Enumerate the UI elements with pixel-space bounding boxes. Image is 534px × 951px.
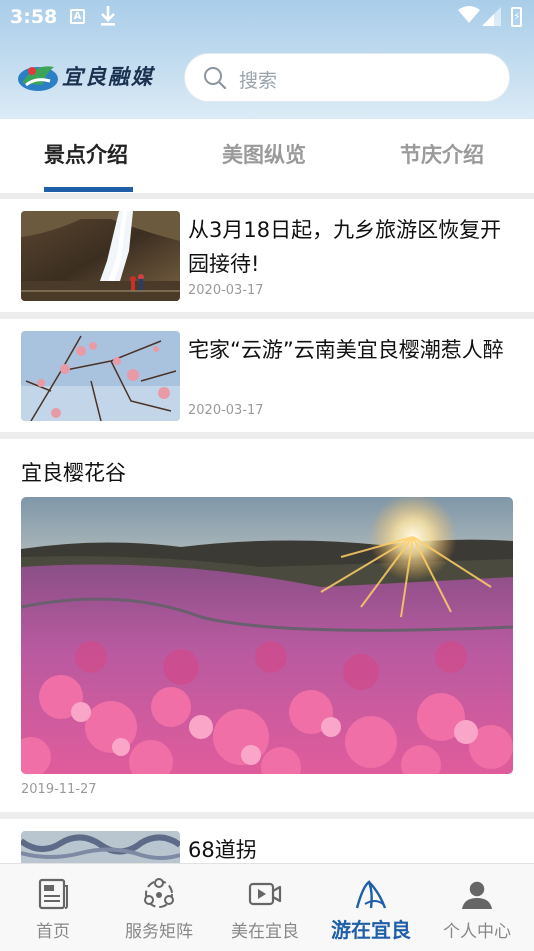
signal-icon (482, 7, 502, 30)
cherry-blossom-branch-photo (21, 331, 180, 421)
featured-date: 2019-11-27 (21, 782, 97, 797)
nav-home[interactable]: 首页 (0, 864, 106, 951)
cherry-valley-sunset-photo (21, 497, 513, 774)
wifi-icon (458, 6, 480, 28)
category-tabs: 景点介绍 美图纵览 节庆介绍 (0, 119, 534, 193)
article-title: 宅家“云游”云南美宜良樱潮惹人醉 (188, 338, 504, 362)
status-time: 3:58 (10, 6, 58, 28)
search-placeholder: 搜索 (239, 70, 278, 92)
nav-label: 个人中心 (443, 922, 511, 942)
featured-card[interactable]: 宜良樱花谷 2019-11-27 (0, 439, 534, 812)
logo-mark-icon (18, 66, 58, 91)
search-icon (204, 67, 227, 90)
nav-beauty-yiliang[interactable]: 美在宜良 (212, 864, 318, 951)
news-icon (38, 878, 68, 910)
service-matrix-icon (144, 878, 174, 908)
waterfall-photo (21, 211, 180, 301)
logo-text: 宜良融媒 (62, 64, 154, 89)
nav-label: 服务矩阵 (125, 922, 193, 942)
app-logo: 宜良融媒 (16, 56, 166, 96)
list-item[interactable]: 68道拐 (0, 819, 534, 863)
user-icon (462, 880, 492, 909)
article-title: 68道拐 (188, 838, 257, 862)
article-date: 2020-03-17 (188, 403, 264, 418)
nav-travel-yiliang[interactable]: 游在宜良 (318, 864, 424, 951)
travel-icon (355, 880, 387, 909)
list-item[interactable]: 从3月18日起，九乡旅游区恢复开园接待! 2020-03-17 (0, 199, 534, 312)
nav-label: 首页 (36, 922, 70, 942)
nav-personal-center[interactable]: 个人中心 (424, 864, 530, 951)
tab-photo-gallery[interactable]: 美图纵览 (222, 139, 306, 169)
a-notification-icon: A (70, 9, 85, 24)
battery-icon: ⚡ (511, 7, 522, 27)
nav-label: 游在宜良 (331, 918, 411, 942)
article-title: 从3月18日起，九乡旅游区恢复开园接待! (188, 218, 502, 276)
article-date: 2020-03-17 (188, 283, 264, 298)
search-input[interactable]: 搜索 (184, 53, 510, 102)
mountain-road-photo (21, 831, 180, 863)
nav-label: 美在宜良 (231, 922, 299, 942)
featured-title: 宜良樱花谷 (21, 461, 126, 485)
bottom-navigation: 首页 服务矩阵 美在宜良 游在宜良 个人中心 (0, 863, 534, 951)
tab-festival-intro[interactable]: 节庆介绍 (400, 139, 484, 169)
tab-scenic-intro[interactable]: 景点介绍 (44, 139, 128, 169)
download-icon (100, 5, 116, 32)
nav-service-matrix[interactable]: 服务矩阵 (106, 864, 212, 951)
video-icon (248, 882, 282, 906)
list-item[interactable]: 宅家“云游”云南美宜良樱潮惹人醉 2020-03-17 (0, 319, 534, 432)
active-tab-indicator (44, 187, 133, 192)
app-header: 3:58 A ⚡ 宜良融媒 搜索 (0, 0, 534, 119)
status-bar: 3:58 A ⚡ (0, 0, 534, 36)
